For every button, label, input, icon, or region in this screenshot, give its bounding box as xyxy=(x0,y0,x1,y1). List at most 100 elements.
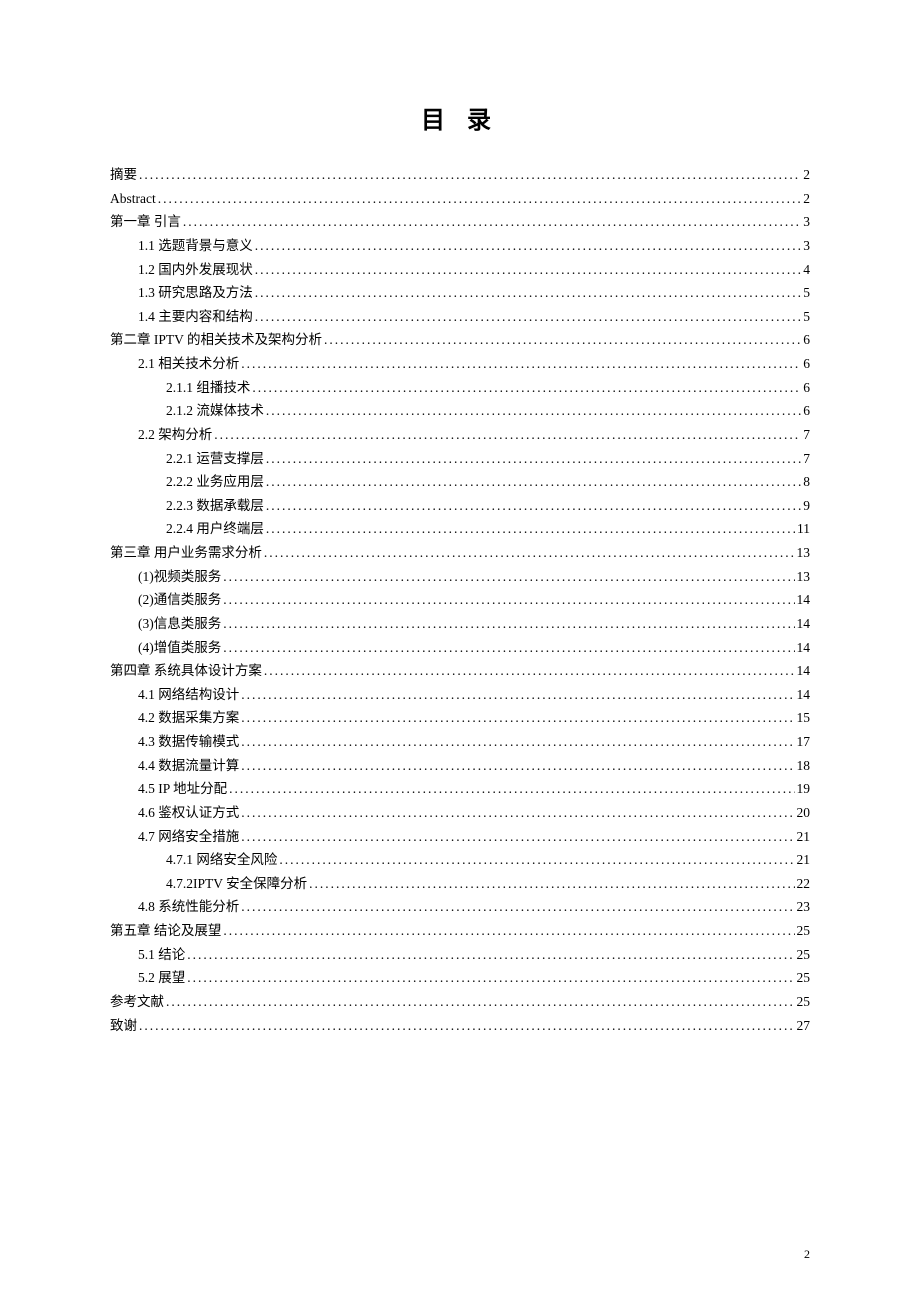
toc-entry-label: 4.2 数据采集方案 xyxy=(138,706,239,730)
toc-leader-dots xyxy=(241,825,794,849)
toc-entry[interactable]: 2.2.3 数据承载层 9 xyxy=(110,494,810,518)
toc-leader-dots xyxy=(214,423,801,447)
toc-entry-label: 第三章 用户业务需求分析 xyxy=(110,541,262,565)
toc-leader-dots xyxy=(266,494,801,518)
toc-entry-page: 19 xyxy=(797,777,811,801)
toc-entry[interactable]: 1.1 选题背景与意义3 xyxy=(110,234,810,258)
toc-entry[interactable]: 摘要2 xyxy=(110,163,810,187)
toc-entry-label: 5.2 展望 xyxy=(138,966,185,990)
toc-entry-page: 3 xyxy=(803,234,810,258)
toc-entry-page: 9 xyxy=(803,494,810,518)
toc-entry[interactable]: Abstract2 xyxy=(110,187,810,211)
toc-entry[interactable]: 1.4 主要内容和结构5 xyxy=(110,305,810,329)
toc-entry[interactable]: 4.5 IP 地址分配 19 xyxy=(110,777,810,801)
toc-title: 目 录 xyxy=(110,100,810,135)
toc-entry-label: 第二章 IPTV 的相关技术及架构分析 xyxy=(110,328,322,352)
toc-entry-page: 27 xyxy=(797,1014,811,1038)
toc-entry[interactable]: 第二章 IPTV 的相关技术及架构分析 6 xyxy=(110,328,810,352)
toc-entry[interactable]: 5.2 展望25 xyxy=(110,966,810,990)
toc-leader-dots xyxy=(187,966,794,990)
toc-entry[interactable]: 2.1.1 组播技术6 xyxy=(110,376,810,400)
toc-entry-label: 2.2.3 数据承载层 xyxy=(166,494,264,518)
toc-entry[interactable]: (4)增值类服务14 xyxy=(110,636,810,660)
toc-entry[interactable]: 致谢 27 xyxy=(110,1014,810,1038)
toc-entry[interactable]: 第一章 引言3 xyxy=(110,210,810,234)
toc-list: 摘要2Abstract2第一章 引言31.1 选题背景与意义31.2 国内外发展… xyxy=(110,163,810,1037)
toc-entry[interactable]: 1.3 研究思路及方法5 xyxy=(110,281,810,305)
toc-entry-label: 4.6 鉴权认证方式 xyxy=(138,801,239,825)
toc-entry[interactable]: 2.1 相关技术分析6 xyxy=(110,352,810,376)
toc-entry-page: 20 xyxy=(797,801,811,825)
toc-leader-dots xyxy=(241,754,794,778)
toc-entry-label: 4.1 网络结构设计 xyxy=(138,683,239,707)
toc-leader-dots xyxy=(187,943,794,967)
toc-entry-page: 6 xyxy=(803,328,810,352)
toc-entry-page: 21 xyxy=(797,825,811,849)
toc-entry[interactable]: 4.7 网络安全措施21 xyxy=(110,825,810,849)
toc-entry-label: 2.2.2 业务应用层 xyxy=(166,470,264,494)
toc-entry-page: 13 xyxy=(797,541,811,565)
toc-entry[interactable]: 5.1 结论25 xyxy=(110,943,810,967)
toc-entry[interactable]: 1.2 国内外发展现状4 xyxy=(110,258,810,282)
toc-entry[interactable]: 2.2.4 用户终端层11 xyxy=(110,517,810,541)
toc-entry[interactable]: (3)信息类服务14 xyxy=(110,612,810,636)
toc-leader-dots xyxy=(255,234,802,258)
toc-leader-dots xyxy=(229,777,794,801)
toc-entry-label: 1.2 国内外发展现状 xyxy=(138,258,253,282)
toc-entry[interactable]: 2.2 架构分析 7 xyxy=(110,423,810,447)
toc-entry-page: 22 xyxy=(797,872,811,896)
toc-entry-label: 2.1 相关技术分析 xyxy=(138,352,239,376)
toc-entry-label: 2.2.1 运营支撑层 xyxy=(166,447,264,471)
page-number: 2 xyxy=(804,1247,810,1262)
toc-entry[interactable]: 2.2.2 业务应用层8 xyxy=(110,470,810,494)
toc-entry[interactable]: 4.4 数据流量计算18 xyxy=(110,754,810,778)
toc-entry[interactable]: (1)视频类服务13 xyxy=(110,565,810,589)
toc-leader-dots xyxy=(264,659,795,683)
toc-leader-dots xyxy=(266,447,801,471)
toc-entry[interactable]: 第三章 用户业务需求分析 13 xyxy=(110,541,810,565)
toc-leader-dots xyxy=(241,801,794,825)
toc-entry-label: 4.3 数据传输模式 xyxy=(138,730,239,754)
toc-entry-page: 7 xyxy=(803,447,810,471)
toc-entry-page: 6 xyxy=(803,376,810,400)
toc-leader-dots xyxy=(241,895,794,919)
toc-entry-page: 15 xyxy=(797,706,811,730)
toc-entry[interactable]: 参考文献25 xyxy=(110,990,810,1014)
toc-entry[interactable]: 4.3 数据传输模式17 xyxy=(110,730,810,754)
toc-entry-label: 4.5 IP 地址分配 xyxy=(138,777,227,801)
toc-entry-page: 7 xyxy=(803,423,810,447)
toc-entry[interactable]: (2)通信类服务14 xyxy=(110,588,810,612)
toc-leader-dots xyxy=(266,399,801,423)
toc-entry[interactable]: 4.7.1 网络安全风险21 xyxy=(110,848,810,872)
toc-entry[interactable]: 第五章 结论及展望25 xyxy=(110,919,810,943)
toc-leader-dots xyxy=(309,872,794,896)
toc-entry-page: 25 xyxy=(797,919,811,943)
toc-leader-dots xyxy=(266,470,801,494)
toc-entry[interactable]: 4.7.2IPTV 安全保障分析 22 xyxy=(110,872,810,896)
toc-entry[interactable]: 4.8 系统性能分析23 xyxy=(110,895,810,919)
toc-entry[interactable]: 2.2.1 运营支撑层 7 xyxy=(110,447,810,471)
toc-entry-page: 18 xyxy=(797,754,811,778)
toc-entry-page: 25 xyxy=(797,990,811,1014)
toc-leader-dots xyxy=(166,990,795,1014)
toc-leader-dots xyxy=(252,376,801,400)
toc-leader-dots xyxy=(255,281,802,305)
toc-leader-dots xyxy=(241,706,794,730)
toc-leader-dots xyxy=(241,683,794,707)
toc-entry-label: Abstract xyxy=(110,187,156,211)
toc-leader-dots xyxy=(279,848,794,872)
toc-entry-label: 5.1 结论 xyxy=(138,943,185,967)
toc-entry[interactable]: 4.2 数据采集方案 15 xyxy=(110,706,810,730)
toc-entry-label: 2.1.2 流媒体技术 xyxy=(166,399,264,423)
toc-entry-label: 4.7.1 网络安全风险 xyxy=(166,848,277,872)
toc-entry-page: 5 xyxy=(803,281,810,305)
toc-leader-dots xyxy=(223,588,794,612)
toc-entry-page: 14 xyxy=(797,588,811,612)
toc-entry[interactable]: 2.1.2 流媒体技术6 xyxy=(110,399,810,423)
toc-entry[interactable]: 4.1 网络结构设计14 xyxy=(110,683,810,707)
toc-entry[interactable]: 第四章 系统具体设计方案14 xyxy=(110,659,810,683)
toc-entry-label: 4.7.2IPTV 安全保障分析 xyxy=(166,872,307,896)
toc-entry-label: 2.2 架构分析 xyxy=(138,423,212,447)
toc-entry[interactable]: 4.6 鉴权认证方式 20 xyxy=(110,801,810,825)
toc-entry-label: 致谢 xyxy=(110,1014,137,1038)
